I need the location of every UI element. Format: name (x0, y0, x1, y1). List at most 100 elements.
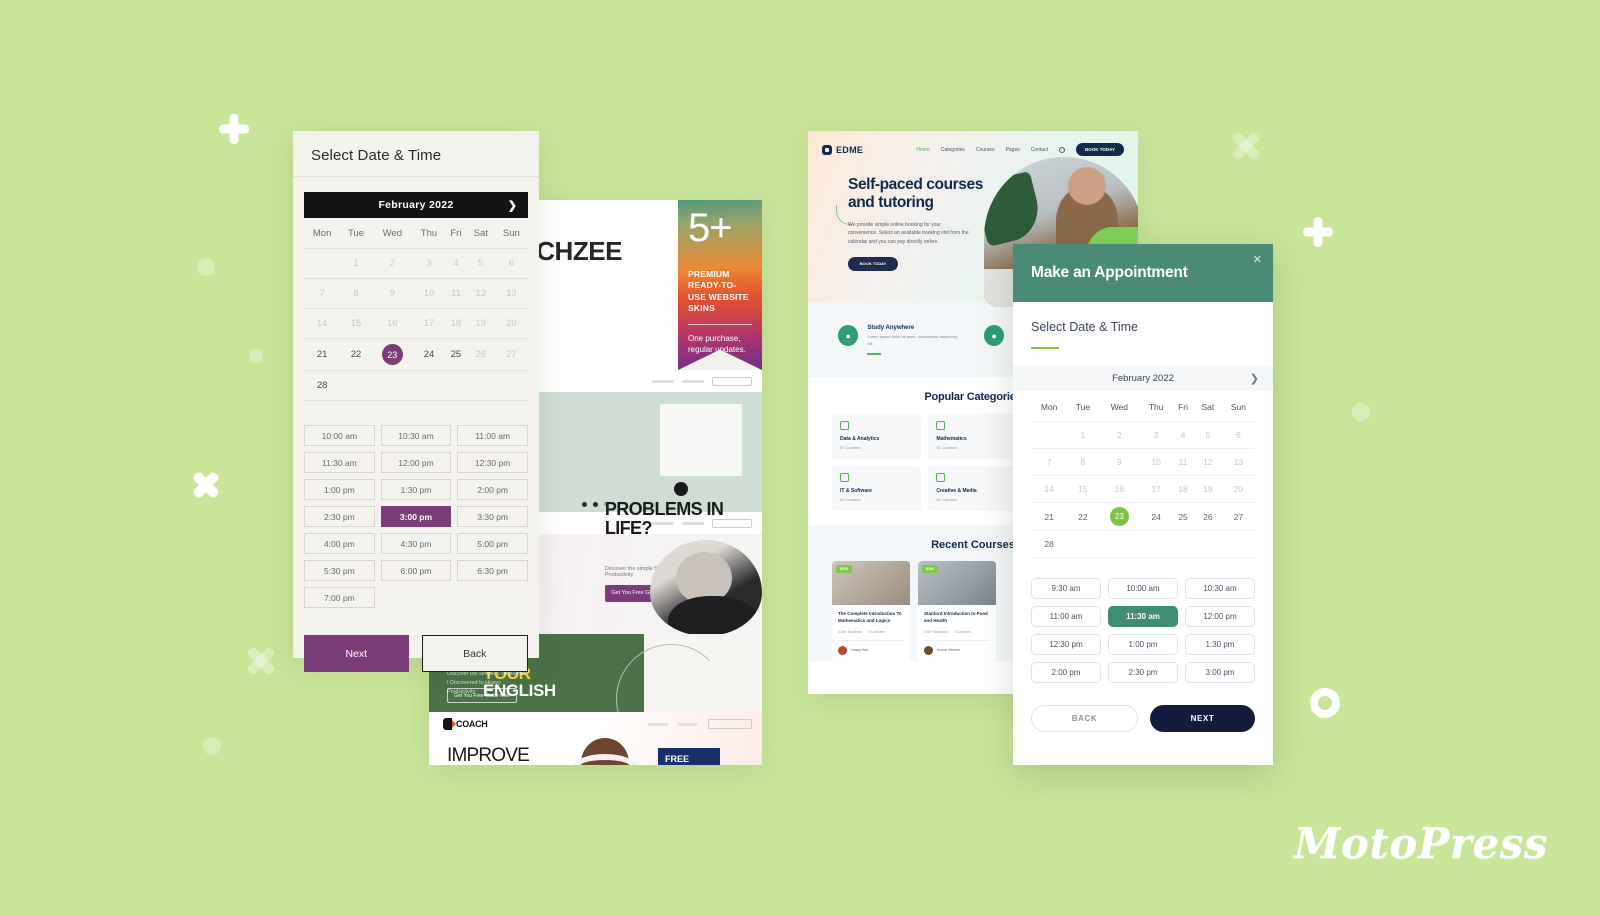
time-slot[interactable]: 1:30 pm (380, 479, 452, 500)
course-meta: 4.5k+ Students 4 Lectures (838, 630, 904, 634)
calendar-day-selected[interactable]: 23 (1098, 502, 1141, 531)
time-slot[interactable]: 2:30 pm (1108, 662, 1178, 683)
calendar-day[interactable]: 26 (1193, 502, 1222, 531)
avatar (924, 645, 933, 655)
edme-logo-icon (822, 144, 832, 155)
weekday-mon: Mon (1040, 402, 1058, 412)
time-slot[interactable]: 6:00 pm (380, 560, 452, 581)
time-slot-selected[interactable]: 3:00 pm (380, 506, 452, 527)
calendar-week-row: 28 (1031, 530, 1255, 558)
time-slot[interactable]: 11:30 am (304, 452, 375, 473)
weekday-fri: Fri (1178, 402, 1189, 412)
dot-decoration-3 (203, 737, 221, 755)
time-slot[interactable]: 3:00 pm (1185, 662, 1255, 683)
time-slot[interactable]: 4:30 pm (380, 533, 452, 554)
time-slot[interactable]: 12:30 pm (457, 452, 528, 473)
time-slot[interactable]: 2:00 pm (1031, 662, 1101, 683)
calendar-day[interactable]: 25 (1172, 502, 1194, 531)
time-slot[interactable]: 4:00 pm (304, 533, 375, 554)
calendar-day[interactable]: 22 (1067, 502, 1099, 531)
calendar-day: 15 (340, 308, 372, 339)
calendar-day: 26 (466, 338, 495, 371)
time-slot[interactable]: 9:30 am (1031, 578, 1101, 599)
edme-hero-title: Self-paced courses and tutoring (848, 176, 983, 212)
free-guide-title: FREE GUIDE (665, 754, 694, 765)
back-button[interactable]: BACK (1031, 705, 1138, 732)
right-calendar-body: 1 2 3 4 5 6 7 8 9 10 11 12 13 14 15 16 17 18 19 20 21 22 23 24 2… (1031, 421, 1255, 558)
time-slot[interactable]: 2:30 pm (304, 506, 375, 527)
chevron-right-icon[interactable]: ❯ (1250, 372, 1259, 385)
calendar-day: 8 (1067, 448, 1099, 476)
left-calendar-body: 1 2 3 4 5 6 7 8 9 10 11 12 13 14 15 16 17 18 19 20 21 22 23 24 2… (304, 248, 528, 401)
category-card: Creative & Media 51 Courses (928, 466, 1018, 511)
next-button[interactable]: NEXT (1150, 705, 1255, 732)
back-button[interactable]: Back (421, 635, 528, 672)
close-icon[interactable]: ✕ (1253, 253, 1262, 266)
time-slot[interactable]: 10:30 am (380, 425, 452, 446)
time-slot[interactable]: 5:00 pm (457, 533, 528, 554)
calendar-day: 3 (1140, 421, 1173, 449)
calendar-day-empty (412, 370, 446, 401)
right-dialog-body: Select Date & Time February 2022 ❯ Mon T… (1013, 302, 1273, 732)
time-slot[interactable]: 11:00 am (457, 425, 528, 446)
calendar-day-empty (1067, 530, 1099, 558)
time-slot[interactable]: 10:00 am (304, 425, 375, 446)
time-slot[interactable]: 1:00 pm (304, 479, 375, 500)
calendar-day-selected[interactable]: 23 (371, 338, 413, 371)
category-card: Mathematics 51 Courses (928, 414, 1018, 459)
category-count: 51 Courses (936, 497, 957, 502)
calendar-day: 1 (1067, 421, 1099, 449)
dot-decoration-1 (197, 258, 215, 276)
time-slot[interactable]: 3:30 pm (457, 506, 528, 527)
calendar-day[interactable]: 22 (340, 338, 372, 371)
time-slot[interactable]: 7:00 pm (304, 587, 375, 608)
plant-decoration (984, 170, 1045, 248)
chevron-right-icon[interactable]: ❯ (508, 199, 517, 212)
feature-card-1: ● Study Anywhere Lorem ipsum dolor sit a… (838, 325, 962, 355)
plus-decoration-1 (219, 114, 249, 144)
calendar-day[interactable]: 21 (1031, 502, 1068, 531)
calendar-week-row: 123456 (1031, 421, 1255, 449)
calendar-day[interactable]: 24 (1140, 502, 1173, 531)
calendar-day[interactable]: 24 (412, 338, 446, 371)
edme-hero-cta: BOOK TODAY (848, 256, 898, 271)
time-slot[interactable]: 12:00 pm (1185, 606, 1255, 627)
right-dialog-actions: BACK NEXT (1031, 683, 1255, 732)
category-card: IT & Software 51 Courses (832, 466, 922, 511)
time-slot[interactable]: 12:30 pm (1031, 634, 1101, 655)
calendar-week-row: 123456 (304, 248, 528, 279)
time-slot[interactable]: 6:30 pm (457, 560, 528, 581)
time-slot[interactable]: 5:30 pm (304, 560, 375, 581)
next-button[interactable]: Next (304, 635, 409, 672)
time-slot[interactable]: 10:00 am (1108, 578, 1178, 599)
time-slot[interactable]: 11:00 am (1031, 606, 1101, 627)
left-calendar-table: Mon Tue Wed Thu Fri Sat Sun 1 2 3 4 5 6 7 8 9 10 1… (304, 218, 528, 401)
course-students: 4.5k+ Students (838, 629, 862, 634)
weekday-thu: Thu (420, 228, 438, 239)
dot-decoration-4 (1352, 403, 1370, 421)
right-calendar-table: Mon Tue Wed Thu Fri Sat Sun 1 2 3 4 5 6 7 8 9 10 1… (1031, 391, 1255, 558)
calendar-day[interactable]: 27 (1221, 502, 1255, 531)
time-slot[interactable]: 1:30 pm (1185, 634, 1255, 655)
category-count: 51 Courses (936, 445, 957, 450)
time-slot[interactable]: 2:00 pm (457, 479, 528, 500)
calendar-day: 8 (340, 278, 372, 309)
dot-decoration-2 (249, 349, 263, 363)
time-slot[interactable]: 12:00 pm (380, 452, 452, 473)
plus-decoration-2 (1303, 217, 1333, 247)
calendar-day[interactable]: 28 (304, 370, 341, 401)
right-calendar-header: February 2022 ❯ (1013, 366, 1273, 391)
ribbon-headline: PREMIUM READY-TO-USE WEBSITE SKINS (688, 269, 749, 314)
ribbon-number: 5+ (688, 206, 733, 250)
time-slot[interactable]: 1:00 pm (1108, 634, 1178, 655)
calendar-day[interactable]: 25 (445, 338, 467, 371)
calendar-day: 19 (466, 308, 495, 339)
calendar-day: 12 (466, 278, 495, 309)
calendar-day-empty (1098, 530, 1141, 558)
calendar-day[interactable]: 21 (304, 338, 341, 371)
time-slot-selected[interactable]: 11:30 am (1108, 606, 1178, 627)
edme-logo-text: EDME (836, 144, 864, 155)
calendar-day: 6 (1221, 421, 1255, 449)
time-slot[interactable]: 10:30 am (1185, 578, 1255, 599)
calendar-day[interactable]: 28 (1031, 530, 1068, 558)
